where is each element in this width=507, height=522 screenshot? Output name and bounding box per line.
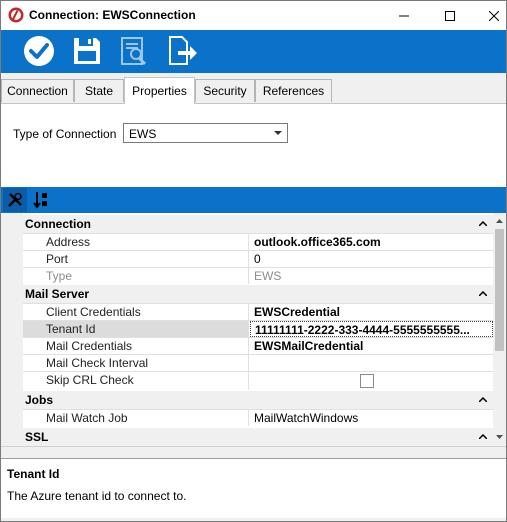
category-label: SSL: [25, 430, 49, 444]
check-circle-icon: [24, 36, 54, 66]
scrollbar-thumb[interactable]: [495, 229, 504, 351]
minimize-icon: [398, 15, 409, 16]
tenant-id-input[interactable]: 11111111-2222-333-4444-5555555555...: [250, 321, 493, 337]
export-button[interactable]: [165, 34, 199, 68]
categorized-view-button[interactable]: [3, 188, 27, 212]
floppy-disk-icon: [74, 38, 100, 64]
category-connection[interactable]: Connection: [1, 215, 493, 233]
help-description: The Azure tenant id to connect to.: [7, 489, 187, 503]
maximize-button[interactable]: [427, 1, 472, 30]
close-button[interactable]: [471, 1, 506, 30]
property-value[interactable]: EWSMailCredential: [250, 338, 493, 354]
alphabetical-sort-button[interactable]: [29, 188, 53, 212]
tab-state[interactable]: State: [74, 79, 124, 102]
property-name: Mail Watch Job: [23, 410, 249, 426]
save-button[interactable]: [70, 34, 104, 68]
help-splitter[interactable]: [1, 446, 506, 458]
property-value[interactable]: [250, 355, 493, 371]
property-name: Skip CRL Check: [23, 372, 249, 390]
tools-icon: [8, 192, 22, 207]
tab-label: Security: [203, 84, 247, 98]
minimize-button[interactable]: [381, 1, 426, 30]
collapse-icon[interactable]: [479, 291, 487, 296]
collapse-icon[interactable]: [479, 397, 487, 402]
tab-references[interactable]: References: [255, 79, 332, 102]
category-label: Jobs: [25, 393, 54, 407]
help-panel: Tenant Id The Azure tenant id to connect…: [1, 458, 506, 518]
apply-button[interactable]: [22, 34, 56, 68]
window-title: Connection: EWSConnection: [29, 8, 196, 22]
title-bar: Connection: EWSConnection: [1, 1, 506, 30]
scroll-up-icon[interactable]: [496, 219, 503, 223]
property-value[interactable]: 0: [250, 251, 493, 267]
tab-connection[interactable]: Connection: [1, 79, 74, 102]
property-name: Port: [23, 251, 249, 267]
property-name: Mail Check Interval: [23, 355, 249, 371]
category-jobs[interactable]: Jobs: [1, 391, 493, 409]
main-toolbar: [1, 30, 506, 73]
close-icon: [488, 10, 499, 21]
help-title: Tenant Id: [7, 467, 60, 481]
row-mail-watch-job[interactable]: Mail Watch Job MailWatchWindows: [23, 409, 493, 426]
chevron-down-icon: [274, 131, 282, 135]
row-type: Type EWS: [23, 267, 493, 284]
category-mail-server[interactable]: Mail Server: [1, 285, 493, 303]
collapse-icon[interactable]: [479, 434, 487, 439]
grid-gutter: [1, 213, 23, 446]
category-label: Mail Server: [25, 287, 90, 301]
connection-window: Connection: EWSConnection Connection Sta…: [0, 0, 507, 522]
tab-strip: Connection State Properties Security Ref…: [1, 73, 506, 104]
tab-label: Properties: [132, 84, 187, 98]
type-of-connection-select[interactable]: EWS: [123, 123, 288, 143]
property-value: [250, 372, 493, 390]
row-client-credentials[interactable]: Client Credentials EWSCredential: [23, 303, 493, 320]
document-export-icon: [169, 36, 197, 65]
row-mail-check-interval[interactable]: Mail Check Interval: [23, 354, 493, 371]
property-name: Mail Credentials: [23, 338, 249, 354]
type-of-connection-value: EWS: [129, 127, 157, 141]
tab-security[interactable]: Security: [195, 79, 255, 102]
preview-button[interactable]: [117, 34, 151, 68]
tab-properties[interactable]: Properties: [124, 77, 195, 104]
tab-label: References: [262, 84, 325, 98]
property-name: Type: [23, 268, 249, 284]
row-tenant-id[interactable]: Tenant Id 11111111-2222-333-4444-5555555…: [23, 320, 493, 337]
row-address[interactable]: Address outlook.office365.com: [23, 233, 493, 250]
tab-label: State: [84, 84, 114, 98]
property-value: EWS: [254, 269, 282, 283]
bottom-border: [1, 518, 506, 521]
property-name: Address: [23, 234, 249, 250]
property-grid-toolbar: [1, 187, 506, 213]
document-search-icon: [121, 37, 147, 66]
row-port[interactable]: Port 0: [23, 250, 493, 267]
tab-label: Connection: [7, 84, 68, 98]
type-of-connection-label: Type of Connection: [13, 127, 117, 141]
app-logo-icon: [8, 7, 24, 23]
property-name: Tenant Id: [23, 321, 249, 337]
scroll-down-icon[interactable]: [496, 435, 503, 439]
skip-crl-checkbox[interactable]: [360, 374, 374, 388]
property-grid: Connection Address outlook.office365.com…: [1, 213, 506, 446]
property-value[interactable]: MailWatchWindows: [250, 410, 493, 426]
grid-scrollbar[interactable]: [493, 213, 506, 446]
property-name: Client Credentials: [23, 304, 249, 320]
category-label: Connection: [25, 217, 91, 231]
row-mail-credentials[interactable]: Mail Credentials EWSMailCredential: [23, 337, 493, 354]
maximize-icon: [444, 10, 455, 21]
collapse-icon[interactable]: [479, 221, 487, 226]
category-ssl[interactable]: SSL: [1, 428, 493, 446]
row-skip-crl-check[interactable]: Skip CRL Check: [23, 371, 493, 390]
sort-az-icon: [33, 192, 47, 209]
property-value[interactable]: outlook.office365.com: [250, 234, 493, 250]
property-value[interactable]: EWSCredential: [250, 304, 493, 320]
